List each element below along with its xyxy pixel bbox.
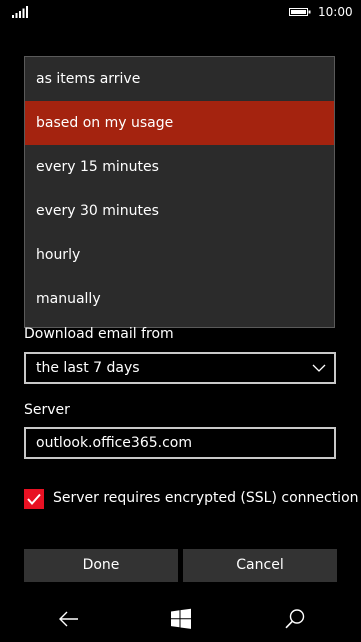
- option-every-15-minutes[interactable]: every 15 minutes: [25, 145, 334, 189]
- screen: 10:00 as items arrive based on my usage …: [0, 0, 361, 642]
- option-manually[interactable]: manually: [25, 277, 334, 321]
- download-email-select[interactable]: the last 7 days: [24, 352, 336, 384]
- server-label: Server: [24, 402, 70, 418]
- chevron-down-icon: [312, 364, 326, 372]
- navigation-bar: [0, 596, 361, 642]
- option-based-on-my-usage[interactable]: based on my usage: [25, 101, 334, 145]
- status-bar: 10:00: [0, 0, 361, 24]
- signal-icon: [12, 6, 28, 18]
- download-email-label: Download email from: [24, 326, 174, 342]
- search-icon[interactable]: [284, 608, 306, 630]
- download-email-value: the last 7 days: [36, 360, 140, 376]
- windows-start-icon[interactable]: [170, 608, 192, 630]
- clock: 10:00: [318, 5, 353, 19]
- back-arrow-icon[interactable]: [58, 608, 80, 630]
- battery-icon: [289, 8, 311, 16]
- ssl-checkbox[interactable]: [24, 489, 44, 509]
- cancel-button[interactable]: Cancel: [183, 549, 337, 582]
- option-every-30-minutes[interactable]: every 30 minutes: [25, 189, 334, 233]
- option-as-items-arrive[interactable]: as items arrive: [25, 57, 334, 101]
- option-hourly[interactable]: hourly: [25, 233, 334, 277]
- ssl-checkbox-label: Server requires encrypted (SSL) connecti…: [53, 490, 359, 506]
- sync-frequency-dropdown-list: as items arrive based on my usage every …: [24, 56, 335, 328]
- checkmark-icon: [27, 493, 41, 506]
- server-input[interactable]: [24, 427, 336, 459]
- done-button[interactable]: Done: [24, 549, 178, 582]
